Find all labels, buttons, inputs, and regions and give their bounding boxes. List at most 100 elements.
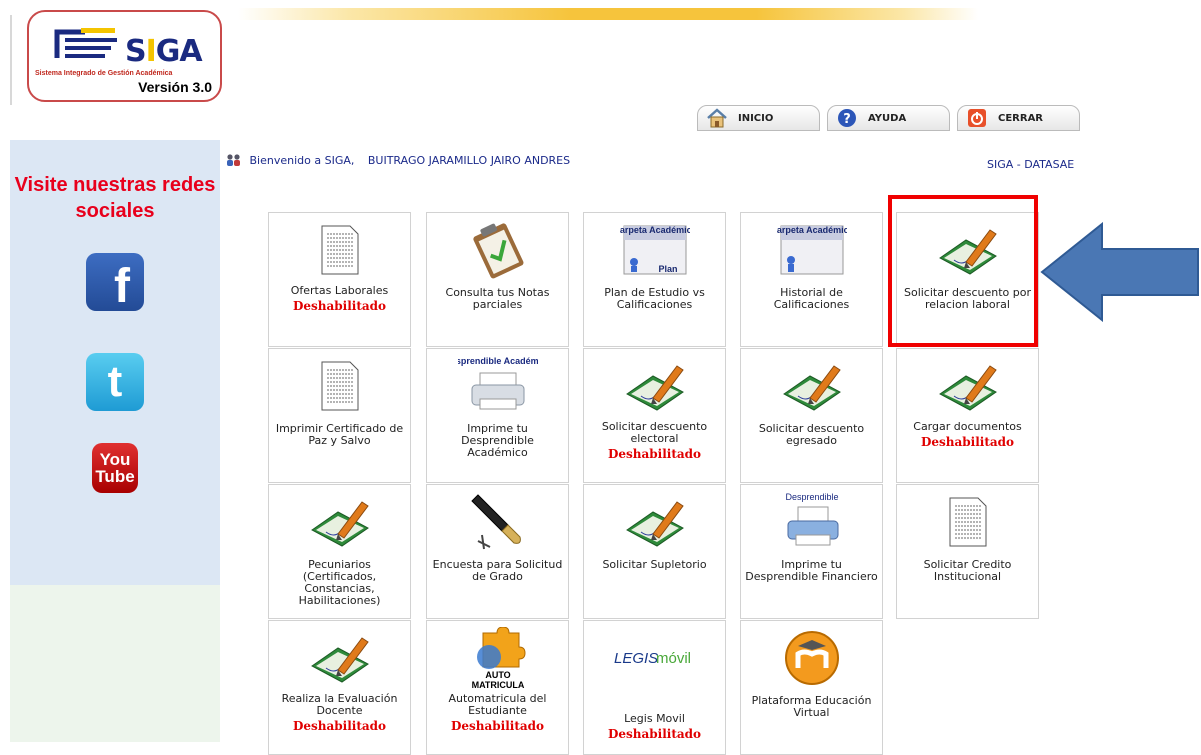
service-tile[interactable]: Encuesta para Solicitud de Grado bbox=[426, 484, 569, 619]
svg-text:Plan: Plan bbox=[658, 264, 677, 274]
tile-label: Solicitar descuento electoral bbox=[601, 420, 708, 445]
highlight-box bbox=[888, 195, 1038, 347]
svg-text:Desprendible Académico: Desprendible Académico bbox=[458, 356, 538, 366]
printer-icon: Desprendible bbox=[741, 491, 882, 553]
tile-label: Realiza la Evaluación Docente bbox=[281, 692, 398, 717]
academic-folder-icon: Carpeta Académica bbox=[741, 219, 882, 281]
book-pen-icon bbox=[741, 355, 882, 417]
document-icon bbox=[269, 355, 410, 417]
tile-label: Imprime tu Desprendible Financiero bbox=[745, 558, 878, 583]
service-tile[interactable]: Consulta tus Notas parciales bbox=[426, 212, 569, 347]
svg-text:móvil: móvil bbox=[656, 650, 691, 667]
tile-label: Solicitar Credito Institucional bbox=[923, 558, 1012, 583]
sidebar-lower-panel bbox=[10, 585, 220, 742]
service-tile[interactable]: Solicitar descuento electoral Deshabilita… bbox=[583, 348, 726, 483]
users-icon bbox=[225, 154, 243, 169]
welcome-text: Bienvenido a SIGA, bbox=[249, 154, 355, 167]
help-icon: ? bbox=[836, 107, 858, 129]
disabled-label: Deshabilitado bbox=[607, 447, 702, 461]
svg-text:Carpeta Académica: Carpeta Académica bbox=[620, 225, 690, 235]
disabled-label: Deshabilitado bbox=[450, 719, 545, 733]
twitter-icon[interactable]: t bbox=[86, 353, 144, 411]
svg-text:LEGIS: LEGIS bbox=[614, 650, 658, 667]
tile-label: Pecuniarios (Certificados, Constancias, … bbox=[298, 558, 381, 607]
ayuda-button[interactable]: ? AYUDA bbox=[827, 105, 950, 131]
book-pen-icon bbox=[269, 627, 410, 689]
service-tile[interactable]: Solicitar Credito Institucional bbox=[896, 484, 1039, 619]
tile-label: Legis Movil bbox=[624, 712, 685, 725]
facebook-letter: f bbox=[114, 259, 130, 313]
legis-movil-logo: LEGIS móvil bbox=[584, 627, 725, 689]
tile-label: Plataforma Educación Virtual bbox=[751, 694, 872, 719]
social-title: Visite nuestras redes sociales bbox=[14, 174, 216, 222]
inicio-button[interactable]: INICIO bbox=[697, 105, 820, 131]
svg-text:?: ? bbox=[843, 112, 851, 127]
book-pen-icon bbox=[584, 355, 725, 417]
service-tile[interactable]: Imprimir Certificado de Paz y Salvo bbox=[268, 348, 411, 483]
youtube-bottom: Tube bbox=[95, 467, 135, 486]
tile-label: Automatricula del Estudiante bbox=[448, 692, 547, 717]
inicio-label: INICIO bbox=[738, 112, 774, 124]
svg-text:Carpeta Académica: Carpeta Académica bbox=[777, 225, 847, 235]
service-tile[interactable]: Ofertas Laborales Deshabilitado bbox=[268, 212, 411, 347]
book-pen-icon bbox=[897, 355, 1038, 417]
book-pen-icon bbox=[269, 491, 410, 553]
header-gradient-bar bbox=[238, 8, 978, 20]
siga-logo[interactable]: SIGA Sistema Integrado de Gestión Académ… bbox=[27, 10, 222, 102]
logo-brand: SIGA bbox=[125, 34, 203, 69]
puzzle-icon: AUTO MATRICULA bbox=[427, 627, 568, 689]
service-tile[interactable]: AUTO MATRICULA Automatricula del Estudiant… bbox=[426, 620, 569, 755]
document-icon bbox=[269, 219, 410, 281]
cerrar-button[interactable]: CERRAR bbox=[957, 105, 1080, 131]
disabled-label: Deshabilitado bbox=[920, 435, 1015, 449]
twitter-letter: t bbox=[107, 357, 123, 406]
home-icon bbox=[706, 107, 728, 129]
service-tile[interactable]: Realiza la Evaluación Docente Deshabilita… bbox=[268, 620, 411, 755]
tile-label: Ofertas Laborales bbox=[290, 284, 389, 297]
tile-label: Solicitar descuento egresado bbox=[758, 422, 865, 447]
printer-icon: Desprendible Académico bbox=[427, 355, 568, 417]
service-tile[interactable]: Pecuniarios (Certificados, Constancias, … bbox=[268, 484, 411, 619]
tile-label: Consulta tus Notas parciales bbox=[445, 286, 550, 311]
service-tile[interactable]: LEGIS móvil Legis Movil Deshabilitado bbox=[583, 620, 726, 755]
svg-text:MATRICULA: MATRICULA bbox=[471, 680, 524, 689]
service-tile[interactable]: Desprendible Académico Imprime tu Despren… bbox=[426, 348, 569, 483]
clipboard-check-icon bbox=[427, 219, 568, 281]
service-tile[interactable]: Carpeta Académica Historial de Calificaci… bbox=[740, 212, 883, 347]
youtube-top: You bbox=[99, 450, 131, 469]
svg-text:AUTO: AUTO bbox=[485, 670, 510, 680]
left-divider bbox=[10, 15, 12, 105]
disabled-label: Deshabilitado bbox=[292, 719, 387, 733]
service-tile[interactable]: Solicitar Supletorio bbox=[583, 484, 726, 619]
tile-label: Imprime tu Desprendible Académico bbox=[461, 422, 534, 459]
fountain-pen-icon bbox=[427, 491, 568, 553]
siga-datasae-link[interactable]: SIGA - DATASAE bbox=[987, 158, 1074, 171]
disabled-label: Deshabilitado bbox=[607, 727, 702, 741]
siga-logo-mark-icon bbox=[51, 26, 121, 66]
svg-text:Desprendible: Desprendible bbox=[785, 492, 838, 502]
service-tile[interactable]: Desprendible Imprime tu Desprendible Fina… bbox=[740, 484, 883, 619]
logo-subtitle: Sistema Integrado de Gestión Académica bbox=[35, 70, 173, 77]
facebook-icon[interactable]: f bbox=[86, 253, 144, 313]
service-tile[interactable]: Carpeta Académica Plan Plan de Estudio vs … bbox=[583, 212, 726, 347]
tile-label: Imprimir Certificado de Paz y Salvo bbox=[275, 422, 404, 447]
logo-version: Versión 3.0 bbox=[138, 79, 212, 95]
tile-label: Cargar documentos bbox=[913, 420, 1022, 433]
tile-label: Plan de Estudio vs Calificaciones bbox=[604, 286, 705, 311]
ayuda-label: AYUDA bbox=[868, 112, 907, 124]
power-icon bbox=[966, 107, 988, 129]
cerrar-label: CERRAR bbox=[998, 112, 1044, 124]
user-name: BUITRAGO JARAMILLO JAIRO ANDRES bbox=[367, 154, 571, 167]
disabled-label: Deshabilitado bbox=[292, 299, 387, 313]
welcome-line: Bienvenido a SIGA, BUITRAGO JARAMILLO JA… bbox=[225, 154, 570, 169]
youtube-icon[interactable]: You Tube bbox=[92, 443, 138, 493]
tile-label: Historial de Calificaciones bbox=[773, 286, 850, 311]
tile-label: Encuesta para Solicitud de Grado bbox=[432, 558, 563, 583]
document-icon bbox=[897, 491, 1038, 553]
book-pen-icon bbox=[584, 491, 725, 553]
service-tile[interactable]: Plataforma Educación Virtual bbox=[740, 620, 883, 755]
service-tile[interactable]: Solicitar descuento egresado bbox=[740, 348, 883, 483]
academic-folder-plan-icon: Carpeta Académica Plan bbox=[584, 219, 725, 281]
left-arrow-icon bbox=[1040, 221, 1200, 326]
service-tile[interactable]: Cargar documentos Deshabilitado bbox=[896, 348, 1039, 483]
